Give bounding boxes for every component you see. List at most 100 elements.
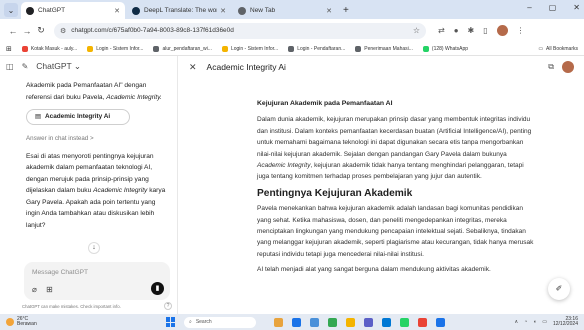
new-chat-icon[interactable]: ✎ (22, 62, 29, 71)
puzzle-icon[interactable]: ✱ (468, 26, 475, 35)
weather-condition: Berawan (17, 321, 37, 327)
taskbar-app-icon[interactable] (346, 317, 355, 327)
close-tab-icon[interactable]: ✕ (326, 7, 332, 15)
taskbar-app-icon[interactable] (418, 317, 427, 327)
battery-icon[interactable]: ▭ (542, 319, 547, 325)
taskbar-app-icon[interactable] (292, 317, 301, 327)
globe-icon (355, 45, 362, 52)
bookmark-item[interactable]: Penerimaan Mahasi... (355, 45, 413, 52)
voice-mode-icon[interactable]: ▮ (151, 282, 164, 295)
close-tab-icon[interactable]: ✕ (114, 7, 120, 15)
forward-arrow-icon[interactable]: → (20, 26, 34, 36)
bookmark-label: Penerimaan Mahasi... (364, 45, 413, 52)
attach-paperclip-icon[interactable]: ⌀ (32, 285, 37, 294)
model-selector[interactable]: ChatGPT ⌄ (36, 61, 81, 72)
taskbar-app-icon[interactable] (436, 317, 445, 327)
whatsapp-icon (422, 45, 429, 52)
site-info-icon[interactable]: ⚙ (60, 27, 66, 35)
browser-tab-strip: ⌄ ChatGPT ✕ DeepL Translate: The world's… (0, 0, 584, 19)
all-bookmarks[interactable]: ▭ All Bookmarks (538, 46, 578, 52)
canvas-panel: ✕ Academic Integrity Ai ⧉ Kejujuran Akad… (179, 56, 584, 314)
menu-kebab-icon[interactable]: ⋮ (517, 26, 525, 35)
composer-placeholder: Message ChatGPT (32, 269, 89, 276)
tab-title: New Tab (250, 7, 276, 14)
paragraph-text: Dalam dunia akademik, kejujuran merupaka… (257, 116, 532, 158)
extension-icon[interactable]: ● (454, 26, 459, 35)
taskbar-app-icon[interactable] (364, 317, 373, 327)
paragraph-italic: Academic Integrity (257, 162, 311, 170)
assistant-message: Esai di atas menyoroti pentingnya kejuju… (26, 151, 166, 232)
message-composer[interactable]: Message ChatGPT ⌀ ⊞ ▮ (24, 262, 170, 300)
section-heading: Pentingnya Kejujuran Akademik (257, 187, 413, 199)
tab-deepl[interactable]: DeepL Translate: The world's m ✕ (127, 2, 231, 19)
bookmark-item[interactable]: Login - Sistem Infor... (87, 45, 144, 52)
bookmark-item[interactable]: alur_pendaftaran_wi... (153, 45, 212, 52)
tools-icon[interactable]: ⊞ (46, 285, 53, 294)
taskbar-app-icon[interactable] (400, 317, 409, 327)
tab-search-button[interactable]: ⌄ (4, 3, 18, 17)
gmail-icon (21, 45, 28, 52)
tab-chatgpt[interactable]: ChatGPT ✕ (21, 2, 125, 19)
clock-date: 12/12/2024 (552, 321, 578, 327)
new-tab-plus-icon[interactable]: + (343, 5, 349, 16)
side-panel-icon[interactable]: ▯ (483, 26, 487, 35)
tray-chevron-icon[interactable]: ∧ (515, 319, 519, 325)
close-canvas-icon[interactable]: ✕ (189, 62, 197, 73)
taskbar-search[interactable]: ⌕ Search (184, 316, 256, 328)
bookmarks-bar: ⊞ Kotak Masuk - auly... Login - Sistem I… (0, 42, 584, 56)
chat-messages: Akademik pada Pemanfaatan AI" dengan ref… (26, 80, 166, 231)
network-wifi-icon[interactable]: ◔ (524, 319, 527, 325)
maximize-icon[interactable]: ▢ (549, 3, 557, 12)
translate-icon[interactable]: ⇄ (438, 26, 445, 35)
chatgpt-favicon-icon (26, 6, 34, 15)
university-icon (87, 45, 94, 52)
bookmark-label: Login - Sistem Infor... (96, 45, 144, 52)
globe-icon (288, 45, 295, 52)
taskbar-app-icon[interactable] (274, 317, 283, 327)
windows-start-icon[interactable] (166, 317, 176, 327)
help-question-icon[interactable]: ? (164, 302, 172, 310)
bookmark-star-icon[interactable]: ☆ (413, 26, 420, 35)
windows-taskbar: 26°C Berawan ⌕ Search ∧ ◔ ◖ ▭ 23:16 12/12/… (0, 314, 584, 330)
minimize-icon[interactable]: – (527, 3, 531, 12)
tab-title: ChatGPT (38, 7, 66, 14)
address-url: chatgpt.com/c/675af0b0-7a94-8003-89c8-13… (71, 27, 234, 34)
address-bar[interactable]: ⚙ chatgpt.com/c/675af0b0-7a94-8003-89c8-… (54, 22, 426, 39)
document-icon: ▤ (35, 113, 42, 121)
close-tab-icon[interactable]: ✕ (220, 7, 226, 15)
reload-icon[interactable]: ↻ (34, 25, 48, 36)
taskbar-app-icon[interactable] (382, 317, 391, 327)
copy-icon[interactable]: ⧉ (548, 62, 554, 72)
bookmark-label: Login - Pendaftaran... (297, 45, 346, 52)
bookmark-item[interactable]: Login - Pendaftaran... (288, 45, 346, 52)
close-window-icon[interactable]: ✕ (573, 3, 580, 12)
apps-grid-icon[interactable]: ⊞ (6, 45, 12, 53)
bookmark-item[interactable]: Login - Sistem Infor... (221, 45, 278, 52)
globe-icon (153, 45, 160, 52)
scroll-down-arrow-icon[interactable]: ↓ (88, 242, 100, 254)
canvas-header-actions: ⧉ (548, 61, 574, 73)
sidebar-toggle-icon[interactable]: ◫ (6, 62, 14, 71)
weather-widget[interactable]: 26°C Berawan (6, 316, 126, 328)
taskbar-clock[interactable]: 23:16 12/12/2024 (552, 316, 578, 328)
user-avatar[interactable] (562, 61, 574, 73)
chat-header: ◫ ✎ ChatGPT ⌄ (0, 56, 177, 76)
canvas-document-button[interactable]: ▤ Academic Integrity Ai (26, 109, 130, 125)
tab-new-tab[interactable]: New Tab ✕ (233, 2, 337, 19)
canvas-document[interactable]: Kejujuran Akademik pada Pemanfaatan AI D… (257, 98, 535, 280)
canvas-title: Academic Integrity Ai (206, 62, 286, 72)
chatgpt-app: ◫ ✎ ChatGPT ⌄ Akademik pada Pemanfaatan … (0, 56, 584, 314)
folder-icon: ▭ (538, 45, 544, 52)
bookmark-item[interactable]: (128) WhatsApp (422, 45, 468, 52)
edit-suggestions-icon[interactable]: ✐ (548, 278, 570, 300)
volume-icon[interactable]: ◖ (533, 319, 536, 325)
answer-in-chat-link[interactable]: Answer in chat instead > (26, 133, 166, 145)
bookmark-item[interactable]: Kotak Masuk - auly... (21, 45, 77, 52)
chrome-favicon-icon (238, 6, 246, 15)
canvas-header: ✕ Academic Integrity Ai ⧉ (179, 56, 584, 78)
taskbar-app-icon[interactable] (328, 317, 337, 327)
taskbar-app-icon[interactable] (310, 317, 319, 327)
profile-avatar[interactable] (496, 25, 508, 36)
model-name: ChatGPT (36, 60, 72, 71)
back-arrow-icon[interactable]: ← (6, 26, 20, 36)
